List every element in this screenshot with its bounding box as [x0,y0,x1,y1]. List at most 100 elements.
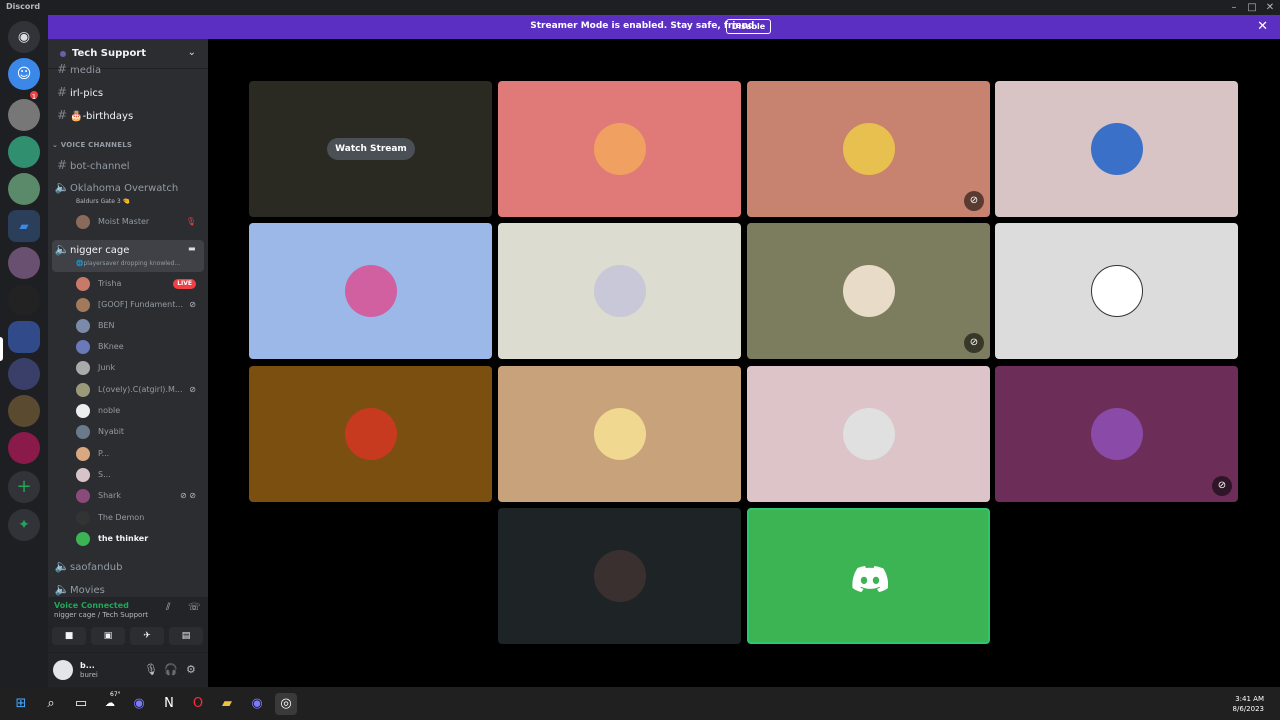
voice-user[interactable]: Nyabit [76,423,200,441]
gear-icon[interactable]: ⚙ [186,663,196,676]
channel-status: 🌐playersaver dropping knowled... [76,260,181,267]
channel-media[interactable]: # media [54,63,202,77]
clock-date: 8/6/2023 [1232,705,1264,713]
voice-user[interactable]: Shark ⊘ ⊘ [76,487,200,505]
voice-location[interactable]: nigger cage / Tech Support [54,611,148,619]
voice-channel-saofandub[interactable]: 🔈saofandub [54,556,202,576]
server-icon[interactable] [8,395,40,427]
participant-tile[interactable] [249,223,492,359]
participant-tile[interactable] [747,366,990,502]
channel-bot-channel[interactable]: # bot-channel [54,155,202,175]
add-server-icon[interactable]: + [8,471,40,503]
avatar [345,408,397,460]
avatar [76,340,90,354]
channel-birthdays[interactable]: # 🎂-birthdays [54,105,202,125]
server-icon[interactable] [8,358,40,390]
channel-activity: Baldurs Gate 3 🤏 [76,198,131,205]
notion-icon[interactable]: N [158,693,180,715]
server-icon[interactable] [8,136,40,168]
voice-channels-category[interactable]: ⌄ VOICE CHANNELS [52,141,132,149]
tech-support-server-icon[interactable] [8,321,40,353]
microphone-icon[interactable]: 🎙 [144,663,158,676]
maximize-icon[interactable]: □ [1242,0,1262,15]
channel-label: Movies [70,585,105,596]
server-icon[interactable] [8,99,40,131]
avatar [843,123,895,175]
camera-button[interactable]: ■ [52,627,86,645]
avatar[interactable] [53,660,73,680]
deafened-icon: ⊘ [189,385,196,394]
task-view-icon[interactable]: ▭ [70,693,92,715]
participant-tile[interactable]: ⊘ [747,81,990,217]
server-icon[interactable] [8,247,40,279]
search-icon[interactable]: ⌕ [40,693,62,715]
weather-temp: 67° [110,691,121,698]
watch-stream-button[interactable]: Watch Stream [327,138,415,160]
close-window-icon[interactable]: ✕ [1260,0,1280,15]
file-explorer-icon[interactable]: ▰ [216,693,238,715]
channel-irl-pics[interactable]: # irl-pics [54,82,202,102]
muted-deafened-icon: ⊘ ⊘ [180,491,196,500]
stream-tile[interactable]: Watch Stream [249,81,492,217]
channel-label: nigger cage [70,245,130,256]
explore-compass-icon[interactable]: ✦ [8,509,40,541]
noise-suppression-icon[interactable]: ⫽ [166,602,170,613]
server-icon[interactable] [8,284,40,316]
share-screen-button[interactable]: ▣ [91,627,125,645]
participant-tile-speaking[interactable] [747,508,990,644]
discord-home-icon[interactable]: ◉ [8,21,40,53]
discord-taskbar-icon[interactable]: ◉ [128,693,150,715]
chevron-down-icon[interactable]: ⌄ [188,47,196,58]
activity-button[interactable]: ✈ [130,627,164,645]
chrome-icon[interactable]: ◎ [275,693,297,715]
server-icon[interactable] [8,173,40,205]
avatar [76,447,90,461]
participant-tile[interactable] [995,81,1238,217]
voice-user[interactable]: P... [76,445,200,463]
participant-tile[interactable]: ⊘ [747,223,990,359]
participant-tile[interactable] [498,223,741,359]
voice-user[interactable]: Junk [76,359,200,377]
channel-label: Oklahoma Overwatch [70,183,179,194]
participant-tile[interactable] [249,366,492,502]
close-banner-icon[interactable]: ✕ [1257,19,1268,34]
user-name: P... [98,449,110,458]
discord-app-icon[interactable]: ◉ [246,693,268,715]
minimize-icon[interactable]: – [1224,0,1244,15]
avatar [76,277,90,291]
participant-tile[interactable] [995,223,1238,359]
speaker-icon: 🔈 [54,582,70,596]
avatar [76,532,90,546]
chat-bubble-icon[interactable]: ▬ [188,244,196,253]
voice-user[interactable]: The Demon [76,509,200,527]
user-name: S... [98,470,111,479]
voice-user[interactable]: Trisha LIVE [76,275,200,293]
windows-start-icon[interactable]: ⊞ [10,693,32,715]
soundboard-button[interactable]: ▤ [169,627,203,645]
voice-user[interactable]: L(ovely).C(atgirl).M... ⊘ [76,381,200,399]
voice-user[interactable]: noble [76,402,200,420]
voice-user[interactable]: S... [76,466,200,484]
avatar [1091,123,1143,175]
disconnect-icon[interactable]: ☏ [188,602,201,613]
disable-streamer-mode-button[interactable]: Disable [726,19,771,34]
participant-tile[interactable]: ⊘ [995,366,1238,502]
voice-user-self[interactable]: the thinker [76,530,200,548]
server-icon[interactable] [8,432,40,464]
headphones-icon[interactable]: 🎧 [164,663,178,676]
participant-tile[interactable] [498,81,741,217]
folder-icon[interactable]: ▰ [8,210,40,242]
voice-status: Voice Connected [54,601,129,610]
voice-user[interactable]: BEN [76,317,200,335]
voice-channel-nigger-cage[interactable]: 🔈nigger cage [54,239,202,259]
participant-tile[interactable] [498,366,741,502]
voice-user[interactable]: Moist Master 🎙 [76,213,200,231]
voice-channel-movies[interactable]: 🔈Movies [54,579,202,599]
friends-server-icon[interactable]: ☺ [8,58,40,90]
voice-user[interactable]: [GOOF] Fundament... ⊘ [76,296,200,314]
voice-channel-oklahoma-overwatch[interactable]: 🔈Oklahoma Overwatch [54,177,202,197]
voice-user[interactable]: BKnee [76,338,200,356]
opera-icon[interactable]: O [187,693,209,715]
participant-tile[interactable] [498,508,741,644]
system-clock[interactable]: 3:41 AM 8/6/2023 [1233,694,1264,714]
